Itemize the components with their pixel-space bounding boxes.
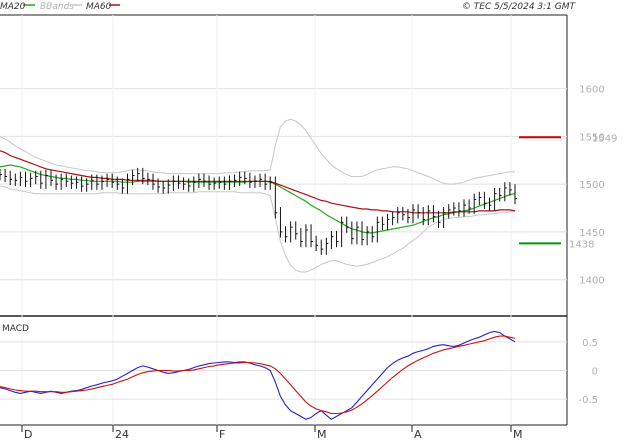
y-tick-label: 1400	[579, 276, 604, 287]
main-y-axis: 14001450150015501600	[579, 85, 604, 287]
x-tick-label: A	[414, 428, 422, 440]
macd-y-axis: 0.5 0 -0.5	[578, 338, 598, 406]
signal-line	[0, 335, 516, 415]
level-label: 1438	[569, 239, 594, 250]
legend-ma60-label: MA60	[86, 2, 112, 12]
y-tick-label: 0	[592, 367, 598, 378]
x-tick-label: F	[219, 428, 225, 440]
x-tick-label: M	[317, 428, 327, 440]
macd-series	[0, 330, 516, 420]
legend-ma20-label: MA20	[0, 2, 26, 12]
copyright-text: © TEC 5/5/2024 3:1 GMT	[462, 2, 577, 12]
x-axis: D 24 F M A M	[21, 425, 523, 440]
x-tick-label: M	[513, 428, 523, 440]
y-tick-label: -0.5	[578, 395, 598, 406]
main-grid	[0, 15, 567, 425]
y-tick-label: 1500	[579, 180, 604, 191]
level-label: 1549	[592, 133, 617, 144]
x-tick-label: D	[24, 428, 32, 440]
macd-line	[0, 330, 516, 420]
bband-lower-line	[0, 185, 516, 273]
x-tick-label: 24	[115, 428, 129, 440]
y-tick-label: 1600	[579, 85, 604, 96]
main-series	[0, 118, 516, 273]
price-chart: MA20 BBands MA60 © TEC 5/5/2024 3:1 GMT …	[0, 2, 617, 440]
legend-bbands-label: BBands	[40, 2, 74, 12]
y-tick-label: 0.5	[582, 338, 598, 349]
header-legend: MA20 BBands MA60 © TEC 5/5/2024 3:1 GMT	[0, 2, 576, 12]
y-tick-label: 1450	[579, 228, 604, 239]
macd-panel-title: MACD	[2, 324, 29, 334]
